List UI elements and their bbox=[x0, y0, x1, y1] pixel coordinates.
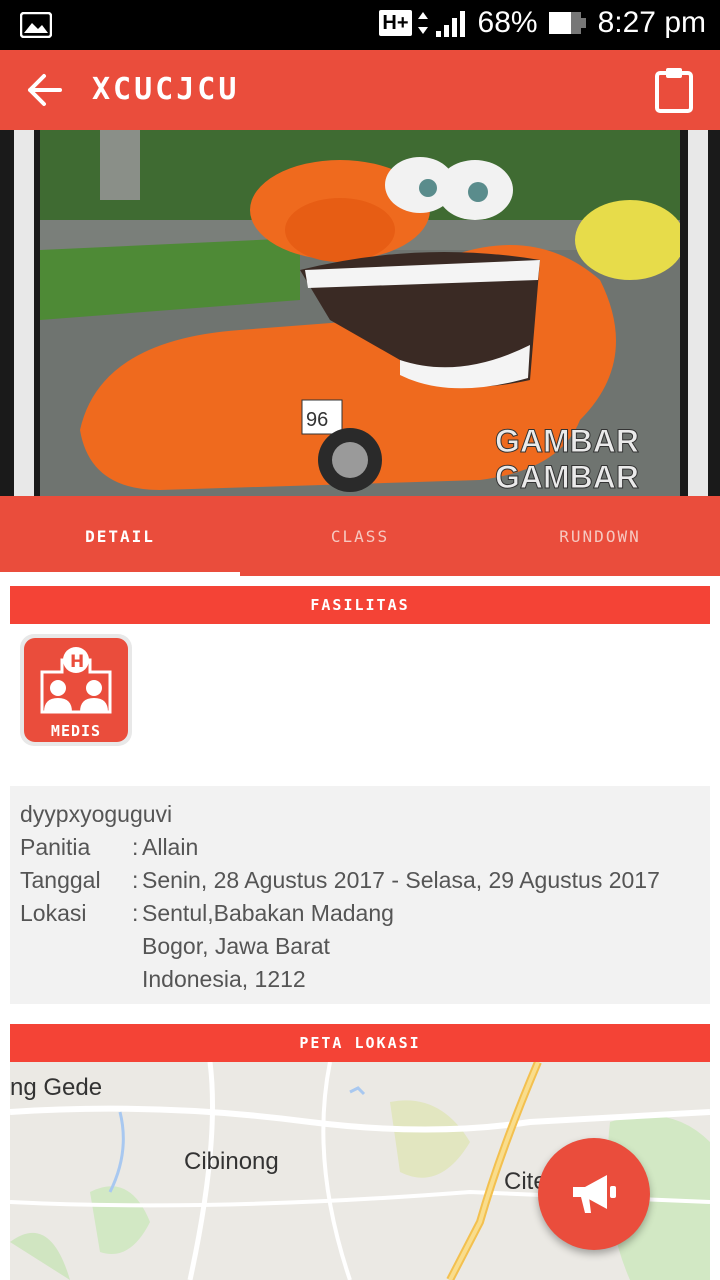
event-detail-card: dyypxyoguguvi Panitia : Allain Tanggal :… bbox=[10, 786, 710, 1004]
facility-medis[interactable]: H MEDIS bbox=[20, 634, 132, 746]
battery-percent: 68% bbox=[477, 6, 538, 39]
app-bar: XCUCJCU bbox=[0, 50, 720, 130]
svg-text:GAMBAR: GAMBAR bbox=[495, 423, 639, 459]
lokasi-label: Lokasi bbox=[20, 900, 87, 926]
event-banner-image: 96 GAMBAR GAMBAR bbox=[0, 130, 720, 496]
back-arrow-icon[interactable] bbox=[26, 72, 62, 112]
network-type: H+ bbox=[379, 10, 412, 36]
lokasi-line-2: Bogor, Jawa Barat bbox=[142, 933, 330, 959]
map-header: PETA LOKASI bbox=[10, 1024, 710, 1062]
tanggal-value: Senin, 28 Agustus 2017 - Selasa, 29 Agus… bbox=[142, 867, 660, 893]
megaphone-icon bbox=[573, 1175, 616, 1213]
data-arrows-icon bbox=[417, 12, 428, 34]
tab-rundown[interactable]: RUNDOWN bbox=[480, 496, 720, 576]
svg-text:96: 96 bbox=[306, 409, 328, 431]
lokasi-line-3: Indonesia, 1212 bbox=[142, 966, 306, 992]
facility-label: MEDIS bbox=[50, 722, 102, 740]
banner-photo: 96 GAMBAR GAMBAR bbox=[40, 130, 680, 496]
svg-text:H: H bbox=[70, 652, 84, 672]
panitia-value: Allain bbox=[142, 834, 199, 860]
tab-class[interactable]: CLASS bbox=[240, 496, 480, 576]
status-bar: H+ 68% 8:27 pm bbox=[0, 0, 720, 50]
medical-icon: H bbox=[40, 647, 112, 714]
lokasi-row: Lokasi : Sentul,Babakan Madang Bogor, Ja… bbox=[20, 897, 700, 996]
clock: 8:27 pm bbox=[597, 6, 706, 39]
network-indicator: H+ bbox=[379, 9, 467, 37]
tab-bar: DETAIL CLASS RUNDOWN bbox=[0, 496, 720, 576]
tanggal-label: Tanggal bbox=[20, 867, 101, 893]
signal-icon bbox=[435, 11, 465, 37]
panitia-row: Panitia : Allain bbox=[20, 831, 700, 864]
tab-detail[interactable]: DETAIL bbox=[0, 496, 240, 576]
event-description: dyypxyoguguvi bbox=[20, 801, 173, 827]
page-title: XCUCJCU bbox=[92, 72, 240, 107]
battery-icon bbox=[548, 12, 586, 34]
svg-text:GAMBAR: GAMBAR bbox=[495, 459, 639, 495]
facilities-header: FASILITAS bbox=[10, 586, 710, 624]
panitia-label: Panitia bbox=[20, 834, 91, 860]
lokasi-line-1: Sentul,Babakan Madang bbox=[142, 900, 394, 926]
tanggal-row: Tanggal : Senin, 28 Agustus 2017 - Selas… bbox=[20, 864, 700, 897]
announcement-fab[interactable] bbox=[538, 1138, 650, 1250]
gallery-notification-icon bbox=[19, 11, 53, 42]
map-label-gede: ng Gede bbox=[10, 1074, 103, 1101]
clipboard-icon[interactable] bbox=[654, 66, 694, 118]
map-label-cibinong: Cibinong bbox=[184, 1148, 279, 1175]
